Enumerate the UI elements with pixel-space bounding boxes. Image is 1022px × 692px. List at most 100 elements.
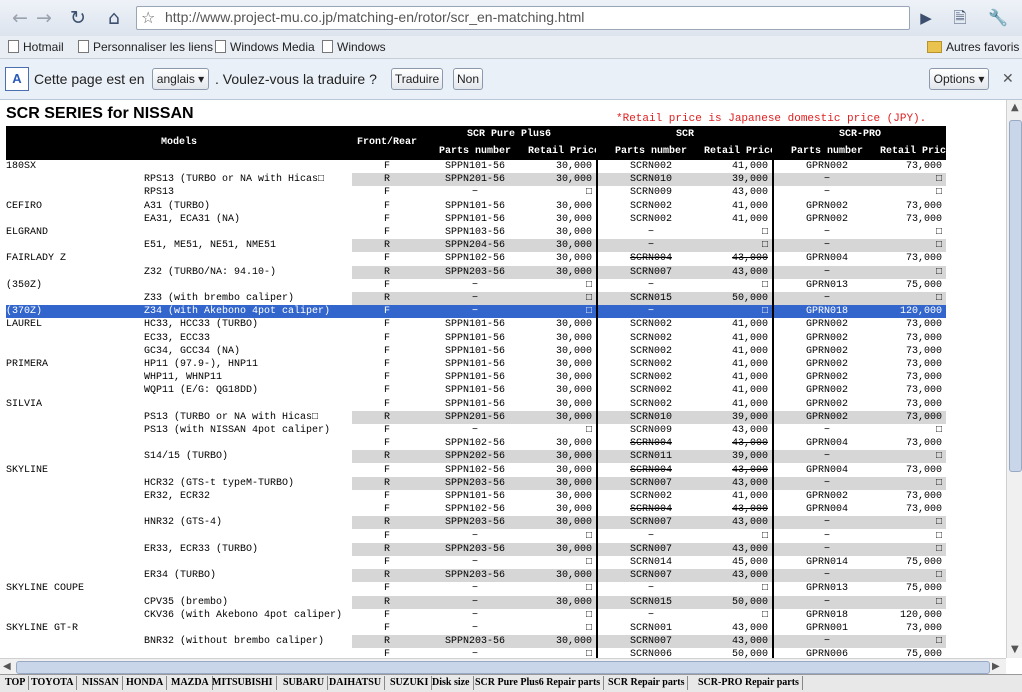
row-part-scr-pro: GPRN013 [805, 583, 848, 594]
row-make: SILVIA [6, 399, 43, 410]
wrench-icon[interactable]: 🔧 [986, 6, 1010, 30]
row-price-scr: 41,000 [731, 201, 768, 212]
language-select[interactable]: anglais ▾ [152, 68, 209, 90]
bookmark-personnaliser[interactable]: Personnaliser les liens [78, 40, 213, 54]
row-price-scr: □ [761, 531, 768, 542]
row-model [144, 530, 352, 543]
row-part-scr: SCRN004 [629, 438, 672, 449]
row-front-rear: F [383, 372, 390, 383]
row-make [6, 384, 144, 397]
row-part-scr: SCRN007 [598, 569, 704, 582]
other-bookmarks[interactable]: Autres favoris [927, 40, 1019, 54]
url-input[interactable] [165, 8, 865, 26]
row-price-scr: 43,000 [731, 253, 768, 264]
row-part-scr: SCRN002 [629, 346, 672, 357]
row-part-scr-pro: GPRN002 [805, 346, 848, 357]
bottom-nav-link[interactable]: SCR Pure Plus6 Repair parts [472, 676, 605, 690]
address-bar[interactable]: ☆ [136, 6, 910, 30]
bottom-nav-link[interactable]: MAZDA [168, 676, 213, 690]
bookmark-windows[interactable]: Windows [322, 40, 386, 54]
row-front-rear: F [383, 214, 390, 225]
row-price-pure-plus6: 30,000 [555, 385, 592, 396]
row-part-pure-plus6: SPPN101-56 [444, 399, 505, 410]
bookmark-windows-media[interactable]: Windows Media [215, 40, 315, 54]
home-icon[interactable]: ⌂ [102, 6, 126, 30]
scroll-up-icon[interactable]: ▲ [1011, 102, 1019, 113]
scroll-left-icon[interactable]: ◀ [3, 661, 11, 672]
back-arrow-icon[interactable]: ← [8, 6, 32, 30]
bottom-nav-link[interactable]: SCR Repair parts [605, 676, 689, 690]
row-price-pure-plus6: 30,000 [555, 253, 592, 264]
row-part-pure-plus6: SPPN103-56 [444, 227, 505, 238]
row-price-scr: 41,000 [731, 214, 768, 225]
row-model: A31 (TURBO) [144, 201, 211, 212]
translate-button[interactable]: Traduire [391, 68, 443, 90]
row-model [144, 622, 352, 635]
row-part-scr-pro: − [774, 450, 880, 463]
column-divider [596, 126, 598, 658]
scroll-thumb[interactable] [16, 661, 990, 674]
row-front-rear: F [383, 187, 390, 198]
row-make [6, 477, 144, 490]
row-price-scr-pro: 73,000 [905, 359, 942, 370]
bookmark-label: Hotmail [23, 40, 64, 54]
bottom-nav-link[interactable]: HONDA [123, 676, 168, 690]
row-part-scr-pro: GPRN002 [805, 214, 848, 225]
bottom-nav-link[interactable]: DAIHATSU [326, 676, 386, 690]
options-button[interactable]: Options ▾ [929, 68, 989, 90]
row-price-scr: 50,000 [704, 596, 772, 609]
row-price-pure-plus6: □ [585, 531, 592, 542]
horizontal-scrollbar[interactable]: ◀ ▶ [0, 658, 1006, 675]
row-front-rear: R [352, 450, 422, 463]
no-button[interactable]: Non [453, 68, 483, 90]
bookmark-label: Windows [337, 40, 386, 54]
row-part-pure-plus6: − [471, 280, 478, 291]
row-make [6, 266, 144, 279]
row-part-scr-pro: GPRN004 [805, 438, 848, 449]
bottom-nav-link[interactable]: SUZUKI [387, 676, 433, 690]
row-part-scr: SCRN014 [629, 557, 672, 568]
bottom-nav-link[interactable]: Disk size [429, 676, 474, 690]
bottom-nav-link[interactable]: TOP [2, 676, 30, 690]
go-icon[interactable]: ▶ [914, 6, 938, 30]
row-price-scr-pro: 73,000 [905, 623, 942, 634]
page-menu-icon[interactable]: 🗎 [948, 6, 972, 30]
reload-icon[interactable]: ↻ [66, 6, 90, 30]
row-price-scr: 41,000 [731, 372, 768, 383]
star-icon[interactable]: ☆ [141, 7, 155, 28]
row-price-scr-pro: □ [935, 227, 942, 238]
row-front-rear: F [383, 557, 390, 568]
row-front-rear: F [383, 649, 390, 658]
row-part-pure-plus6: SPPN203-56 [422, 516, 528, 529]
vertical-scrollbar[interactable]: ▲ ▼ [1006, 100, 1022, 658]
row-part-scr-pro: GPRN002 [805, 372, 848, 383]
row-part-scr: SCRN002 [629, 333, 672, 344]
row-price-scr: 41,000 [731, 333, 768, 344]
bottom-nav-link[interactable]: SUBARU [280, 676, 329, 690]
bottom-nav-link[interactable]: TOYOTA [28, 676, 78, 690]
row-make [6, 332, 144, 345]
row-make [6, 186, 144, 199]
row-model: Z34 (with Akebono 4pot caliper) [144, 305, 352, 318]
row-part-scr: SCRN007 [598, 516, 704, 529]
bookmark-label: Autres favoris [946, 40, 1020, 54]
scroll-thumb[interactable] [1009, 120, 1022, 472]
row-price-scr-pro: □ [935, 425, 942, 436]
row-price-scr-pro: 120,000 [899, 610, 942, 621]
bottom-nav-link[interactable]: SCR-PRO Repair parts [695, 676, 803, 690]
scroll-right-icon[interactable]: ▶ [992, 661, 1000, 672]
scroll-down-icon[interactable]: ▼ [1011, 644, 1019, 655]
bottom-nav-link[interactable]: NISSAN [79, 676, 123, 690]
row-price-scr-pro: □ [880, 477, 946, 490]
bottom-nav-link[interactable]: MITSUBISHI [209, 676, 277, 690]
close-icon[interactable]: ✕ [1002, 70, 1014, 87]
column-divider [772, 126, 774, 658]
row-price-pure-plus6: 30,000 [555, 399, 592, 410]
row-model: WHP11, WHNP11 [144, 372, 223, 383]
forward-arrow-icon[interactable]: → [32, 6, 56, 30]
page-icon [78, 40, 89, 53]
bookmark-hotmail[interactable]: Hotmail [8, 40, 64, 54]
row-part-pure-plus6: SPPN101-56 [444, 214, 505, 225]
row-make [6, 503, 144, 516]
row-price-pure-plus6: 30,000 [528, 173, 596, 186]
